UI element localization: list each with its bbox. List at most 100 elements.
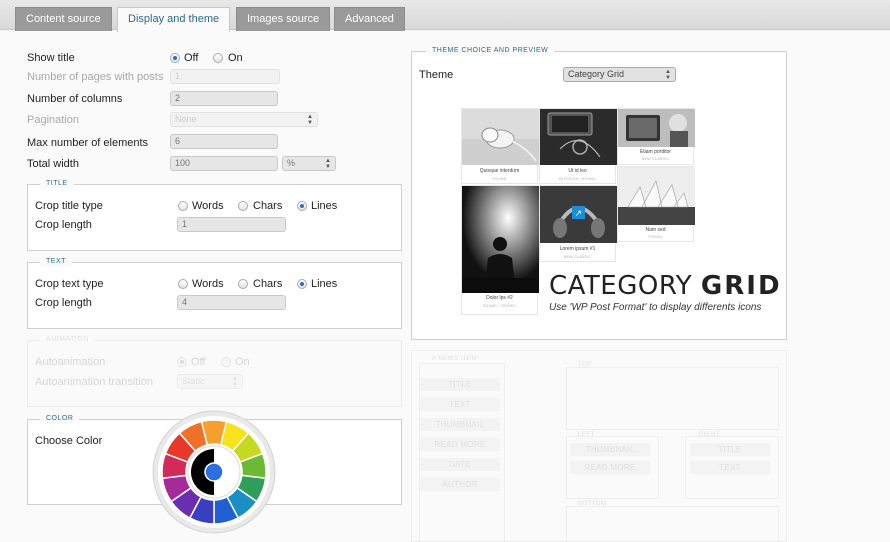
autoanimation-label: Autoanimation bbox=[35, 356, 106, 368]
autoanimation-off-label: Off bbox=[191, 356, 206, 368]
preview-tile-caption: Lorem ipsum #1 bbox=[559, 246, 596, 252]
crop-text-chars-label: Chars bbox=[253, 278, 283, 290]
left-zone-chip[interactable]: THUMBNAIL bbox=[570, 443, 650, 456]
theme-select[interactable]: Category Grid ▲ ▼ bbox=[563, 67, 676, 82]
right-zone-chip[interactable]: TEXT bbox=[690, 461, 770, 474]
bottom-drop-zone[interactable] bbox=[566, 506, 779, 542]
preview-tile-caption: Quisque interdum bbox=[479, 168, 520, 174]
crop-text-lines-radio[interactable] bbox=[297, 279, 307, 289]
pages-with-posts-label: Number of pages with posts bbox=[27, 71, 164, 83]
columns-field[interactable]: 2 bbox=[170, 91, 278, 106]
theme-legend: THEME CHOICE AND PREVIEW bbox=[426, 46, 555, 56]
theme-label: Theme bbox=[419, 69, 454, 81]
element-chip[interactable]: THUMBNAIL bbox=[420, 418, 500, 431]
right-zone-label: RIGHT bbox=[699, 432, 721, 438]
element-chip[interactable]: AUTHOR bbox=[420, 478, 500, 491]
crop-title-chars-label: Chars bbox=[253, 200, 283, 212]
columns-label: Number of columns bbox=[27, 93, 123, 105]
total-width-label: Total width bbox=[27, 158, 79, 170]
crop-title-words-radio[interactable] bbox=[178, 201, 188, 211]
total-width-field[interactable]: 100 bbox=[170, 156, 278, 171]
tab-content-source[interactable]: Content source bbox=[15, 7, 112, 31]
preview-tile-caption: Etiam porttitor bbox=[639, 149, 672, 155]
right-zone-chip[interactable]: TITLE bbox=[690, 443, 770, 456]
color-wheel-picker[interactable] bbox=[151, 409, 277, 535]
crop-text-type-label: Crop text type bbox=[35, 278, 104, 290]
autoanimation-off-radio[interactable] bbox=[177, 357, 187, 367]
title-legend: TITLE bbox=[40, 179, 74, 189]
headphones-photo: ↗ bbox=[540, 186, 617, 243]
preview-title: CATEGORY GRID bbox=[549, 271, 782, 301]
tab-images-source[interactable]: Images source bbox=[236, 7, 331, 31]
crop-text-words-radio[interactable] bbox=[178, 279, 188, 289]
pagination-value: None bbox=[175, 114, 197, 124]
crop-title-lines-label: Lines bbox=[311, 200, 338, 212]
show-title-off-radio[interactable] bbox=[170, 53, 180, 63]
preview-tile-caption: Nam sed bbox=[645, 227, 666, 233]
preview-tile: Quisque interdum SOUND bbox=[461, 108, 539, 184]
crop-title-chars-radio[interactable] bbox=[238, 201, 248, 211]
preview-tile-category: IN FOCUS / SOUND bbox=[558, 177, 597, 181]
choose-color-label: Choose Color bbox=[35, 435, 103, 447]
crop-text-chars-radio[interactable] bbox=[238, 279, 248, 289]
preview-tile: Ut id leo IN FOCUS / SOUND bbox=[539, 108, 617, 184]
crop-title-words-label: Words bbox=[192, 200, 224, 212]
preview-title-bold: GRID bbox=[700, 271, 782, 301]
preview-subtitle: Use 'WP Post Format' to display differen… bbox=[549, 302, 762, 313]
preview-tile-category: SOUND / TRAVEL bbox=[482, 304, 517, 308]
color-legend: COLOR bbox=[40, 414, 80, 424]
max-elements-label: Max number of elements bbox=[27, 137, 149, 149]
show-title-label: Show title bbox=[27, 52, 75, 64]
text-legend: TEXT bbox=[40, 257, 72, 267]
crop-title-length-label: Crop length bbox=[35, 219, 92, 231]
preview-tile: ↗ Lorem ipsum #1 NEW CLASSIC bbox=[539, 185, 617, 262]
bottom-zone-label: BOTTOM bbox=[578, 501, 607, 507]
element-chip[interactable]: TITLE bbox=[420, 378, 500, 391]
tab-display-and-theme[interactable]: Display and theme bbox=[117, 7, 231, 32]
preview-tile-category: SOUND bbox=[492, 177, 507, 181]
show-title-on-radio[interactable] bbox=[213, 53, 223, 63]
crop-text-words-label: Words bbox=[192, 278, 224, 290]
select-arrows-icon: ▲ ▼ bbox=[307, 114, 313, 126]
earphones-photo bbox=[462, 109, 539, 165]
top-drop-zone[interactable] bbox=[566, 367, 779, 430]
element-chip[interactable]: READ MORE bbox=[420, 438, 500, 451]
tab-bar: Content source Display and theme Images … bbox=[0, 0, 890, 32]
news-item-label: A NEWS ITEM bbox=[432, 356, 477, 362]
crop-text-length-label: Crop length bbox=[35, 297, 92, 309]
width-unit-select[interactable]: % ▲ ▼ bbox=[282, 156, 336, 171]
preview-tile-category: NEW CLASSIC bbox=[641, 157, 670, 161]
left-zone-chip[interactable]: READ MORE bbox=[570, 461, 650, 474]
crop-title-lines-radio[interactable] bbox=[297, 201, 307, 211]
preview-tile-caption: Ut id leo bbox=[568, 168, 587, 174]
preview-tile-category: TRAVEL bbox=[647, 235, 664, 239]
top-zone-label: TOP bbox=[578, 362, 592, 368]
preview-tile: Etiam porttitor NEW CLASSIC bbox=[617, 108, 695, 165]
autoanimation-transition-value: Static bbox=[182, 376, 205, 386]
theme-select-value: Category Grid bbox=[568, 69, 625, 79]
element-chip[interactable]: TEXT bbox=[420, 398, 500, 411]
tablet-photo bbox=[618, 109, 695, 147]
autoanimation-transition-select[interactable]: Static ▲ ▼ bbox=[177, 374, 243, 389]
pagination-select[interactable]: None ▲ ▼ bbox=[170, 112, 318, 127]
element-chip[interactable]: DATE bbox=[420, 458, 500, 471]
pages-with-posts-field[interactable]: 1 bbox=[170, 69, 280, 84]
width-unit-value: % bbox=[287, 158, 296, 168]
crop-text-length-field[interactable]: 4 bbox=[177, 295, 286, 310]
preview-tile-caption: Dolor lps #2 bbox=[486, 295, 513, 301]
concert-photo bbox=[462, 186, 539, 293]
opera-house-photo bbox=[618, 167, 695, 225]
selected-color-swatch bbox=[204, 462, 224, 482]
left-zone-label: LEFT bbox=[578, 432, 595, 438]
autoanimation-on-radio[interactable] bbox=[221, 357, 231, 367]
crop-title-length-field[interactable]: 1 bbox=[177, 217, 286, 232]
tab-advanced[interactable]: Advanced bbox=[334, 7, 405, 31]
max-elements-field[interactable]: 6 bbox=[170, 134, 278, 149]
autoanimation-on-label: On bbox=[235, 356, 250, 368]
animation-legend: ANIMATION bbox=[40, 335, 95, 345]
select-arrows-icon: ▲ ▼ bbox=[665, 69, 671, 81]
select-arrows-icon: ▲ ▼ bbox=[232, 376, 238, 388]
crop-title-type-label: Crop title type bbox=[35, 200, 103, 212]
svg-text:↗: ↗ bbox=[575, 209, 583, 219]
preview-tile: Nam sed TRAVEL bbox=[617, 166, 695, 242]
